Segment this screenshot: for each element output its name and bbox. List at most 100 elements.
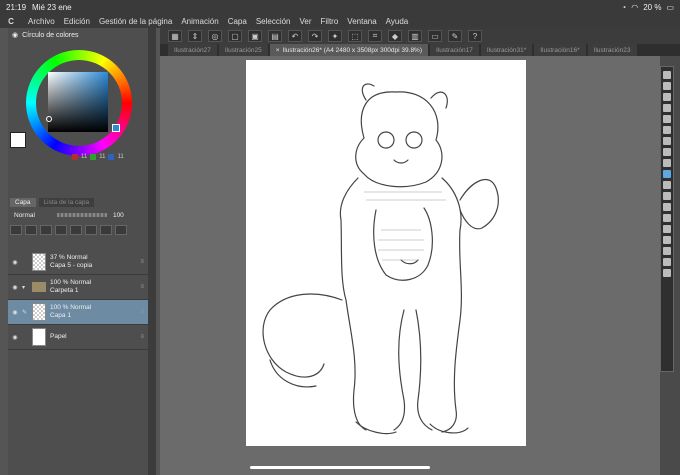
close-icon[interactable]: × (276, 47, 280, 54)
tab-layer[interactable]: Capa (10, 197, 36, 207)
pen-tool-icon[interactable] (663, 170, 671, 178)
redo-icon[interactable]: ↷ (308, 30, 322, 42)
menu-archivo[interactable]: Archivo (28, 17, 55, 26)
eyedropper-icon[interactable] (663, 159, 671, 167)
undo-icon[interactable]: ↶ (288, 30, 302, 42)
clip-icon[interactable] (55, 225, 67, 235)
main-color-swatch[interactable] (10, 132, 26, 148)
delete-layer-icon[interactable] (115, 225, 127, 235)
ruler-icon[interactable] (663, 269, 671, 277)
tab-ilustracion25[interactable]: Ilustración25 (218, 44, 268, 56)
merge-icon[interactable] (85, 225, 97, 235)
visibility-icon[interactable]: ◉ (8, 334, 22, 341)
wifi-icon: ◔ (621, 2, 627, 12)
airbrush-icon[interactable] (663, 203, 671, 211)
wand-icon[interactable] (663, 148, 671, 156)
pen-icon[interactable]: ✎ (448, 30, 462, 42)
saturation-value-square[interactable] (48, 72, 108, 132)
menu-seleccion[interactable]: Selección (256, 17, 291, 26)
menu-filtro[interactable]: Filtro (321, 17, 339, 26)
canvas-area[interactable] (160, 56, 660, 475)
visibility-icon[interactable]: ◉ (8, 259, 22, 266)
eraser-icon[interactable]: ▭ (428, 30, 442, 42)
layer-blend-info: 100 % Normal (50, 279, 92, 286)
menu-capa[interactable]: Capa (228, 17, 247, 26)
brush-icon[interactable] (663, 192, 671, 200)
zoom-icon[interactable] (663, 71, 671, 79)
menu-edicion[interactable]: Edición (64, 17, 90, 26)
drag-handle-icon[interactable]: ≡ (140, 259, 144, 265)
panel-scrollbar[interactable] (148, 28, 156, 475)
layer-tools (8, 222, 148, 238)
drag-handle-icon[interactable]: ≡ (140, 309, 144, 315)
tab-layer-list[interactable]: Lista de la capa (38, 197, 95, 207)
fill-icon[interactable]: ◆ (388, 30, 402, 42)
lasso-icon[interactable] (663, 137, 671, 145)
expand-icon[interactable]: ▾ (22, 284, 32, 291)
app-logo-icon[interactable]: C (4, 15, 18, 27)
color-wheel-area: 11 11 11 (8, 42, 148, 170)
selection-icon[interactable]: ⬚ (348, 30, 362, 42)
shape-icon[interactable] (663, 258, 671, 266)
visibility-icon[interactable]: ◉ (8, 284, 22, 291)
tab-ilustracion17[interactable]: Ilustración17 (430, 44, 479, 56)
crop-icon[interactable]: ⌗ (368, 30, 382, 42)
layer-item-papel[interactable]: ◉ Papel ≡ (8, 325, 148, 350)
drawing-paper[interactable] (246, 60, 526, 446)
tab-ilustracion27[interactable]: Ilustración27 (168, 44, 217, 56)
color-channel-indicators: 11 11 11 (72, 154, 124, 160)
blend-tool-icon[interactable] (663, 225, 671, 233)
new-file-icon[interactable]: ▢ (228, 30, 242, 42)
layer-item-capa1[interactable]: ◉ ✎ 100 % Normal Capa 1 ≡ (8, 300, 148, 325)
gradient-icon[interactable] (663, 247, 671, 255)
move-layer-icon[interactable] (663, 115, 671, 123)
help-icon[interactable]: ? (468, 30, 482, 42)
stamp-icon[interactable]: ▥ (408, 30, 422, 42)
blend-mode-select[interactable]: Normal (14, 212, 35, 219)
transform-icon[interactable]: ✦ (328, 30, 342, 42)
save-icon[interactable]: ▤ (268, 30, 282, 42)
layer-name: Capa 5 - copia (50, 262, 93, 269)
hand-icon[interactable] (663, 82, 671, 90)
blend-row: Normal 100 (8, 208, 148, 222)
eraser-tool-icon[interactable] (663, 214, 671, 222)
color-panel-header: ◉ Círculo de colores (8, 28, 148, 42)
layer-item-carpeta1[interactable]: ◉ ▾ 100 % Normal Carpeta 1 ≡ (8, 275, 148, 300)
spiral-icon[interactable]: ◎ (208, 30, 222, 42)
opacity-slider[interactable] (56, 213, 107, 217)
menu-ventana[interactable]: Ventana (347, 17, 376, 26)
open-file-icon[interactable]: ▣ (248, 30, 262, 42)
tab-ilustracion31[interactable]: Ilustración31* (480, 44, 533, 56)
hue-cursor[interactable] (112, 124, 120, 132)
mask-icon[interactable] (25, 225, 37, 235)
reference-icon[interactable] (70, 225, 82, 235)
pencil-icon[interactable] (663, 181, 671, 189)
rotate-icon[interactable] (663, 93, 671, 101)
tab-ilustracion23[interactable]: Ilustración23 (587, 44, 637, 56)
folder-icon (32, 282, 46, 292)
layer-item-capa5-copia[interactable]: ◉ 37 % Normal Capa 5 - copia ≡ (8, 250, 148, 275)
visibility-icon[interactable]: ◉ (8, 309, 22, 316)
tab-ilustracion16[interactable]: Ilustración16* (534, 44, 586, 56)
lock-icon[interactable] (40, 225, 52, 235)
menu-ver[interactable]: Ver (300, 17, 312, 26)
new-layer-icon[interactable] (100, 225, 112, 235)
pick-icon[interactable] (663, 104, 671, 112)
drag-handle-icon[interactable]: ≡ (140, 284, 144, 290)
move-icon[interactable]: ⇕ (188, 30, 202, 42)
tab-label: Ilustración26* (A4 2480 x 3508px 300dpi … (282, 46, 422, 54)
menu-ayuda[interactable]: Ayuda (386, 17, 409, 26)
drag-handle-icon[interactable]: ≡ (140, 334, 144, 340)
sv-cursor[interactable] (46, 116, 52, 122)
battery-icon: ▭ (666, 2, 674, 12)
menu-animacion[interactable]: Animación (181, 17, 218, 26)
tab-ilustracion26[interactable]: × Ilustración26* (A4 2480 x 3508px 300dpi… (269, 44, 428, 56)
grid-icon[interactable]: ▦ (168, 30, 182, 42)
layer-blend-info: 100 % Normal (50, 304, 92, 311)
layer-tool-icon[interactable] (10, 225, 22, 235)
home-indicator[interactable] (250, 466, 430, 469)
layer-blend-info: 37 % Normal (50, 254, 88, 261)
menu-gestion-pagina[interactable]: Gestión de la página (99, 17, 172, 26)
selection-tool-icon[interactable] (663, 126, 671, 134)
fill-tool-icon[interactable] (663, 236, 671, 244)
